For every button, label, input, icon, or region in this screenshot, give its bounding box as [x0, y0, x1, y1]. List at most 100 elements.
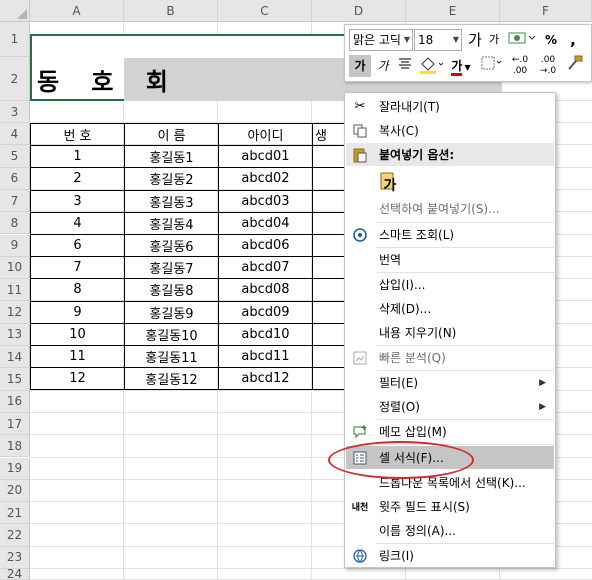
menu-item-insert-comment[interactable]: 메모 삽입(M): [346, 420, 554, 443]
row-header[interactable]: 11: [0, 279, 30, 302]
fill-color-button[interactable]: [417, 55, 445, 77]
menu-item-insert[interactable]: 삽입(I)...: [346, 273, 554, 296]
row-header[interactable]: 13: [0, 323, 30, 346]
row-header[interactable]: 2: [0, 57, 30, 101]
menu-item-define-name[interactable]: 이름 정의(A)...: [346, 519, 554, 542]
row-header[interactable]: 7: [0, 189, 30, 213]
menu-item-clear-contents[interactable]: 내용 지우기(N): [346, 321, 554, 344]
accounting-format-button[interactable]: [505, 29, 539, 51]
row-header[interactable]: 17: [0, 412, 30, 436]
table-cell[interactable]: abcd01: [218, 145, 313, 169]
member-table[interactable]: 번 호이 름 아이디 생 1 홍길동1 abcd01 2 홍길동2 abcd02 3 홍길동3 abc…: [30, 122, 353, 391]
row-header[interactable]: 3: [0, 101, 30, 123]
menu-item-sort[interactable]: 정렬(O) ▶: [346, 395, 554, 418]
row-header[interactable]: 14: [0, 346, 30, 369]
menu-item-smart-lookup[interactable]: 스마트 조회(L): [346, 223, 554, 246]
table-cell[interactable]: 12: [30, 367, 125, 391]
table-header-cell[interactable]: 아이디: [218, 122, 313, 147]
row-header[interactable]: 23: [0, 546, 30, 569]
borders-button[interactable]: [479, 55, 505, 77]
italic-button[interactable]: 가: [373, 55, 393, 77]
column-header[interactable]: D: [312, 0, 406, 22]
column-header[interactable]: E: [406, 0, 500, 22]
row-header[interactable]: 19: [0, 457, 30, 480]
chevron-down-icon[interactable]: ▼: [453, 30, 459, 50]
table-cell[interactable]: 10: [30, 322, 125, 346]
column-header[interactable]: B: [124, 0, 218, 22]
row-header[interactable]: 5: [0, 145, 30, 168]
table-cell[interactable]: 홍길동9: [124, 300, 219, 324]
table-cell[interactable]: 홍길동8: [124, 278, 219, 302]
bold-button[interactable]: 가: [349, 55, 371, 77]
font-color-button[interactable]: 가 ▼: [447, 55, 475, 77]
row-header[interactable]: 22: [0, 524, 30, 547]
menu-item-phonetic-field[interactable]: 내천 윗주 필드 표시(S): [346, 495, 554, 518]
menu-item-quick-analysis[interactable]: 빠른 분석(Q): [346, 346, 554, 369]
table-cell[interactable]: abcd09: [218, 300, 313, 324]
table-cell[interactable]: 홍길동11: [124, 344, 219, 369]
row-header[interactable]: 16: [0, 390, 30, 413]
column-header[interactable]: C: [218, 0, 312, 22]
table-cell[interactable]: 홍길동3: [124, 189, 219, 213]
table-cell[interactable]: abcd12: [218, 367, 313, 391]
table-cell[interactable]: 7: [30, 256, 125, 280]
paste-option-button[interactable]: 가: [378, 170, 402, 196]
table-cell[interactable]: 11: [30, 344, 125, 369]
row-header[interactable]: 21: [0, 502, 30, 525]
table-cell[interactable]: 6: [30, 233, 125, 258]
table-cell[interactable]: 홍길동6: [124, 233, 219, 258]
table-cell[interactable]: 4: [30, 211, 125, 235]
table-header-cell[interactable]: 이 름: [124, 122, 219, 147]
row-header[interactable]: 15: [0, 368, 30, 391]
table-cell[interactable]: 3: [30, 189, 125, 213]
select-all-corner[interactable]: [0, 0, 30, 22]
align-center-button[interactable]: [395, 55, 415, 77]
table-cell[interactable]: abcd08: [218, 278, 313, 302]
menu-item-link[interactable]: 링크(I): [346, 544, 554, 567]
increase-decimal-button[interactable]: ←.0 .00: [507, 55, 533, 77]
row-header[interactable]: 4: [0, 123, 30, 146]
column-header[interactable]: A: [30, 0, 124, 22]
row-header[interactable]: 12: [0, 301, 30, 324]
row-header[interactable]: 18: [0, 435, 30, 458]
row-header[interactable]: 8: [0, 212, 30, 235]
table-cell[interactable]: 홍길동1: [124, 145, 219, 169]
menu-item-cut[interactable]: ✂ 잘라내기(T): [346, 95, 554, 118]
font-size-box[interactable]: 18 ▼: [414, 29, 462, 51]
table-cell[interactable]: abcd07: [218, 256, 313, 280]
column-header[interactable]: F: [500, 0, 592, 22]
table-cell[interactable]: 홍길동12: [124, 367, 219, 391]
menu-item-translate[interactable]: 번역: [346, 248, 554, 271]
format-painter-button[interactable]: [563, 55, 587, 77]
font-name-box[interactable]: 맑은 고딕 ▼: [349, 29, 413, 51]
table-cell[interactable]: abcd03: [218, 189, 313, 213]
menu-item-delete[interactable]: 삭제(D)...: [346, 297, 554, 320]
table-cell[interactable]: 홍길동10: [124, 322, 219, 346]
table-cell[interactable]: 홍길동2: [124, 167, 219, 191]
table-cell[interactable]: 홍길동4: [124, 211, 219, 235]
table-header-cell[interactable]: 번 호: [30, 122, 125, 147]
menu-item-copy[interactable]: 복사(C): [346, 119, 554, 142]
table-cell[interactable]: 2: [30, 167, 125, 191]
menu-item-paste-special[interactable]: 선택하여 붙여넣기(S)...: [346, 197, 554, 220]
row-header[interactable]: 9: [0, 234, 30, 257]
comma-button[interactable]: ,: [563, 29, 583, 51]
menu-item-filter[interactable]: 필터(E) ▶: [346, 371, 554, 394]
table-cell[interactable]: abcd06: [218, 233, 313, 258]
table-cell[interactable]: 홍길동7: [124, 256, 219, 280]
table-cell[interactable]: 1: [30, 145, 125, 169]
shrink-font-button[interactable]: 가: [485, 29, 503, 51]
decrease-decimal-button[interactable]: .00 →.0: [535, 55, 561, 77]
table-cell[interactable]: abcd10: [218, 322, 313, 346]
row-header[interactable]: 20: [0, 479, 30, 503]
percent-button[interactable]: %: [541, 29, 561, 51]
table-cell[interactable]: abcd04: [218, 211, 313, 235]
row-header[interactable]: 6: [0, 167, 30, 190]
row-header[interactable]: 10: [0, 256, 30, 280]
grow-font-button[interactable]: 가: [465, 29, 485, 51]
table-cell[interactable]: abcd11: [218, 344, 313, 369]
table-cell[interactable]: 9: [30, 300, 125, 324]
table-cell[interactable]: abcd02: [218, 167, 313, 191]
chevron-down-icon[interactable]: ▼: [404, 30, 410, 50]
row-header[interactable]: 1: [0, 22, 30, 57]
